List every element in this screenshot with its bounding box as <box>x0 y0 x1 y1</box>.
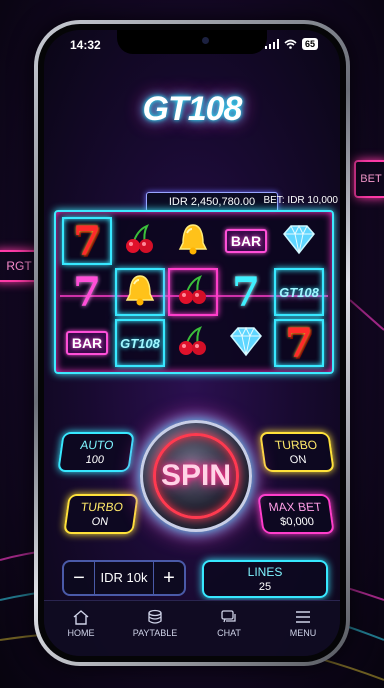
reel-cell: 7 <box>274 319 324 367</box>
bell-symbol-icon <box>122 272 158 313</box>
reel-cell <box>168 268 218 316</box>
reel-cell <box>115 217 165 265</box>
reel-cell: BAR <box>62 319 112 367</box>
nav-menu-label: MENU <box>289 628 317 638</box>
auto-label: AUTO <box>79 438 115 452</box>
gt108-symbol-icon: GT108 <box>279 284 319 300</box>
phone-frame: 14:32 65 GT108 IDR 2,450,780.00 BET: IDR… <box>34 20 350 666</box>
bell-symbol-icon <box>175 221 211 262</box>
turbo-left-value: ON <box>90 516 109 528</box>
menu-icon <box>296 611 310 623</box>
wifi-icon <box>284 39 297 49</box>
neon-sign-right: BET <box>354 160 384 198</box>
spin-ring: SPIN <box>140 420 252 532</box>
seven-symbol-icon: 7 <box>73 268 101 316</box>
turbo-button-left[interactable]: TURBO ON <box>63 494 139 534</box>
spin-button[interactable]: SPIN <box>153 433 239 519</box>
bet-value: IDR 10k <box>94 562 154 594</box>
bottom-nav: HOME PAYTABLE CHAT MENU <box>44 600 340 656</box>
lines-label: LINES <box>247 565 283 579</box>
reel-cell: 7 <box>221 268 271 316</box>
nav-chat-label: CHAT <box>217 628 241 638</box>
cherry-symbol-icon <box>176 324 210 363</box>
reel-cell: 7 <box>62 217 112 265</box>
lines-value: 25 <box>258 581 272 593</box>
nav-menu[interactable]: MENU <box>273 609 333 638</box>
diamond-symbol-icon <box>281 223 317 260</box>
nav-chat[interactable]: CHAT <box>199 609 259 638</box>
auto-button[interactable]: AUTO 100 <box>57 432 135 472</box>
balance-display: IDR 2,450,780.00 <box>146 192 278 212</box>
reel-cell <box>168 319 218 367</box>
max-bet-button[interactable]: MAX BET $0,000 <box>257 494 335 534</box>
reel-cell: GT108 <box>115 319 165 367</box>
nav-paytable-label: PAYTABLE <box>132 628 178 638</box>
status-bar: 14:32 65 <box>44 38 340 54</box>
app-screen: 14:32 65 GT108 IDR 2,450,780.00 BET: IDR… <box>44 30 340 656</box>
bet-stepper: − IDR 10k + <box>62 560 186 596</box>
paytable-icon <box>148 609 162 624</box>
battery-icon: 65 <box>301 38 318 50</box>
reel-cell <box>221 319 271 367</box>
status-time: 14:32 <box>70 38 101 52</box>
bet-decrease-button[interactable]: − <box>64 567 94 590</box>
bar-symbol-icon: BAR <box>224 229 268 253</box>
reel-cell: GT108 <box>274 268 324 316</box>
reel-cell <box>274 217 324 265</box>
turbo-left-label: TURBO <box>80 500 124 514</box>
turbo-right-value: ON <box>289 454 308 466</box>
bet-display: BET: IDR 10,000 <box>263 195 338 206</box>
cherry-symbol-icon <box>176 273 210 312</box>
seven-symbol-icon: 7 <box>285 319 313 367</box>
reel-grid: 7 BAR 7 7 GT108 BAR GT108 7 <box>54 210 334 374</box>
nav-home[interactable]: HOME <box>51 609 111 638</box>
gt108-symbol-icon: GT108 <box>120 335 160 351</box>
seven-symbol-icon: 7 <box>232 268 260 316</box>
turbo-right-label: TURBO <box>274 438 318 452</box>
gt108-logo: GT108 <box>142 90 243 128</box>
seven-symbol-icon: 7 <box>73 217 101 265</box>
turbo-button-right[interactable]: TURBO ON <box>259 432 335 472</box>
signal-icon <box>264 39 279 49</box>
bet-increase-button[interactable]: + <box>154 567 184 590</box>
max-bet-label: MAX BET <box>267 500 323 514</box>
reel-cell: BAR <box>221 217 271 265</box>
reel-cell: 7 <box>62 268 112 316</box>
nav-home-label: HOME <box>67 628 95 638</box>
cherry-symbol-icon <box>123 222 157 261</box>
auto-value: 100 <box>84 454 105 466</box>
diamond-symbol-icon <box>228 325 264 362</box>
bar-symbol-icon: BAR <box>65 331 109 355</box>
chat-icon <box>221 610 236 623</box>
nav-paytable[interactable]: PAYTABLE <box>125 609 185 638</box>
max-bet-value: $0,000 <box>279 516 315 528</box>
home-icon <box>73 610 89 625</box>
lines-button[interactable]: LINES 25 <box>202 560 328 598</box>
reel-cell <box>115 268 165 316</box>
reel-cell <box>168 217 218 265</box>
